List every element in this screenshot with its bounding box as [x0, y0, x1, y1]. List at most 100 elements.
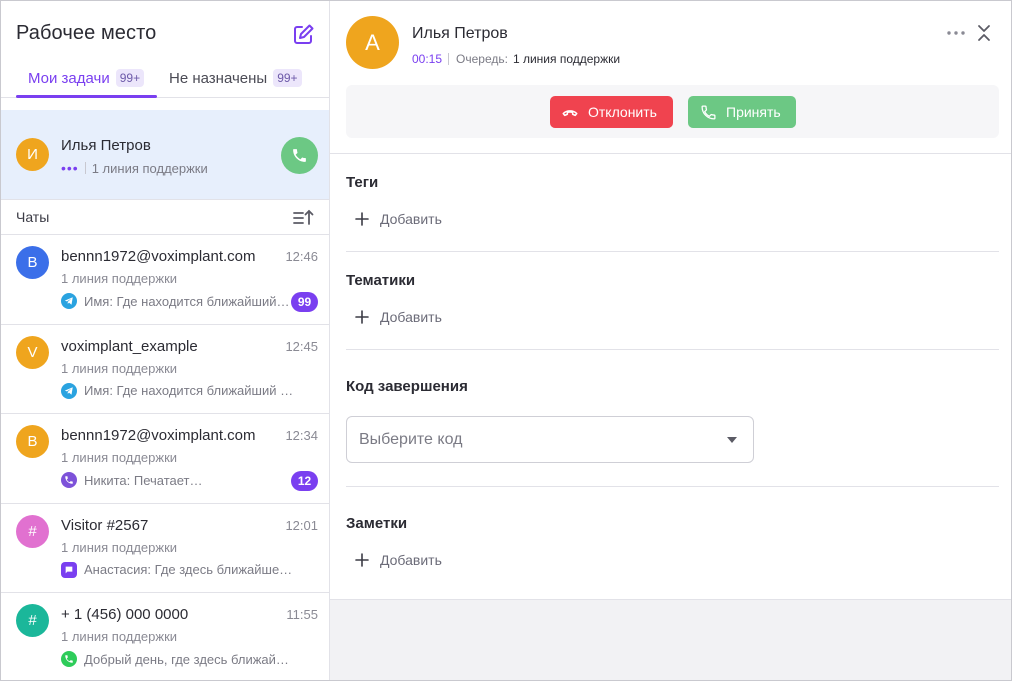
task-tabs: Мои задачи 99+ Не назначены 99+ — [1, 59, 329, 98]
divider — [346, 349, 999, 350]
accept-button[interactable]: Принять — [688, 96, 796, 128]
chat-name: Visitor #2567 — [61, 516, 149, 534]
divider — [330, 153, 1011, 154]
avatar: # — [16, 604, 49, 638]
phone-icon — [293, 149, 306, 162]
chat-item[interactable]: # Visitor #2567 12:01 1 линия поддержки … — [1, 503, 329, 594]
chat-time: 12:01 — [285, 517, 318, 533]
chat-item[interactable]: B bennn1972@voximplant.com 12:34 1 линия… — [1, 414, 329, 504]
chat-list: B bennn1972@voximplant.com 12:46 1 линия… — [1, 235, 329, 680]
unread-badge: 12 — [291, 471, 318, 492]
chat-time: 12:46 — [285, 249, 318, 264]
call-timer: 00:15 — [412, 52, 443, 66]
chat-line: 1 линия поддержки — [61, 539, 178, 555]
queue-value: 1 линия поддержки — [512, 52, 621, 66]
tab-my-tasks[interactable]: Мои задачи 99+ — [16, 59, 157, 98]
add-label: Добавить — [380, 552, 442, 568]
message-text: Анастасия: Где здесь ближайшее… — [84, 562, 297, 578]
caret-down-icon — [727, 437, 737, 443]
tab-label: Мои задачи — [28, 69, 110, 87]
incoming-call-item[interactable]: И Илья Петров ••• 1 линия поддержки — [1, 110, 329, 199]
completion-code-select[interactable]: Выберите код — [346, 416, 754, 463]
main-panel: А Илья Петров 00:15 Очередь: 1 линия под… — [330, 1, 1011, 680]
chat-last-message: Никита: Печатает… — [61, 472, 297, 489]
plus-icon — [355, 553, 369, 567]
call-meta: 00:15 Очередь: 1 линия поддержки — [412, 52, 620, 66]
topics-title: Тематики — [346, 272, 416, 289]
avatar: B — [16, 425, 49, 459]
chats-label: Чаты — [16, 209, 50, 225]
plus-icon — [355, 310, 369, 324]
chat-last-message: Добрый день, где здесь ближайшее… — [61, 651, 297, 668]
chat-time: 11:55 — [286, 607, 318, 623]
typing-dots-icon: ••• — [61, 160, 79, 176]
completion-code-title: Код завершения — [346, 378, 468, 395]
chat-name: bennn1972@voximplant.com — [61, 427, 256, 445]
caller-name: Илья Петров — [61, 137, 151, 154]
add-label: Добавить — [380, 211, 442, 227]
chat-last-message: Имя: Где находится ближайший… — [61, 293, 297, 309]
chat-bubble-icon — [61, 561, 77, 578]
phone-icon — [701, 104, 716, 120]
accept-call-button[interactable] — [281, 137, 318, 174]
chat-name: voximplant_example — [61, 337, 198, 355]
reject-label: Отклонить — [588, 104, 657, 120]
call-status: ••• 1 линия поддержки — [61, 160, 208, 176]
message-text: Добрый день, где здесь ближайшее… — [84, 651, 297, 667]
call-details: А Илья Петров 00:15 Очередь: 1 линия под… — [330, 1, 1011, 600]
select-placeholder: Выберите код — [359, 431, 463, 448]
add-topic-button[interactable]: Добавить — [355, 309, 442, 325]
caller-name: Илья Петров — [412, 25, 508, 42]
chat-name: + 1 (456) 000 0000 — [61, 606, 189, 624]
chat-last-message: Имя: Где находится ближайший отде… — [61, 382, 297, 399]
telegram-icon — [61, 293, 77, 309]
divider — [346, 486, 999, 487]
tab-count-badge: 99+ — [115, 69, 145, 87]
caller-avatar: А — [346, 16, 399, 69]
chat-time: 12:45 — [285, 338, 318, 354]
tab-label: Не назначены — [169, 69, 268, 87]
viber-icon — [61, 472, 77, 489]
message-text: Имя: Где находится ближайший отде… — [84, 383, 297, 399]
unread-badge: 99 — [291, 292, 318, 312]
workspace-title: Рабочее место — [16, 22, 157, 44]
chats-header: Чаты — [1, 199, 329, 235]
chat-last-message: Анастасия: Где здесь ближайшее… — [61, 561, 297, 578]
chat-item[interactable]: B bennn1972@voximplant.com 12:46 1 линия… — [1, 235, 329, 325]
more-options-icon[interactable] — [945, 23, 967, 43]
compose-icon[interactable] — [291, 23, 315, 47]
sort-icon[interactable] — [292, 208, 314, 226]
message-text: Никита: Печатает… — [84, 472, 203, 488]
call-actions: Отклонить Принять — [346, 85, 999, 138]
divider — [346, 251, 999, 252]
add-tag-button[interactable]: Добавить — [355, 211, 442, 227]
avatar: B — [16, 246, 49, 279]
hangup-icon — [562, 110, 578, 117]
avatar: V — [16, 335, 49, 369]
chat-line: 1 линия поддержки — [61, 360, 178, 376]
chat-line: 1 линия поддержки — [61, 450, 178, 466]
plus-icon — [355, 212, 369, 226]
chat-item[interactable]: V voximplant_example 12:45 1 линия подде… — [1, 324, 329, 415]
reject-button[interactable]: Отклонить — [550, 96, 673, 128]
chat-line: 1 линия поддержки — [61, 271, 178, 286]
tags-title: Теги — [346, 174, 379, 191]
telegram-icon — [61, 382, 77, 399]
whatsapp-icon — [61, 651, 77, 668]
tab-unassigned[interactable]: Не назначены 99+ — [169, 59, 302, 97]
collapse-icon[interactable] — [975, 22, 993, 44]
divider — [448, 53, 450, 65]
tab-count-badge: 99+ — [273, 69, 302, 87]
chat-time: 12:34 — [285, 428, 318, 444]
add-note-button[interactable]: Добавить — [355, 552, 442, 568]
sidebar: Рабочее место Мои задачи 99+ Не назначен… — [1, 1, 330, 680]
avatar: И — [16, 138, 49, 171]
divider — [84, 162, 86, 174]
queue-label: Очередь: — [456, 52, 508, 66]
app-window: Рабочее место Мои задачи 99+ Не назначен… — [0, 0, 1012, 681]
notes-title: Заметки — [346, 515, 408, 532]
message-text: Имя: Где находится ближайший… — [84, 293, 290, 309]
chat-item[interactable]: # + 1 (456) 000 0000 11:55 1 линия подде… — [1, 593, 329, 680]
call-line: 1 линия поддержки — [91, 160, 208, 176]
chat-name: bennn1972@voximplant.com — [61, 248, 256, 265]
